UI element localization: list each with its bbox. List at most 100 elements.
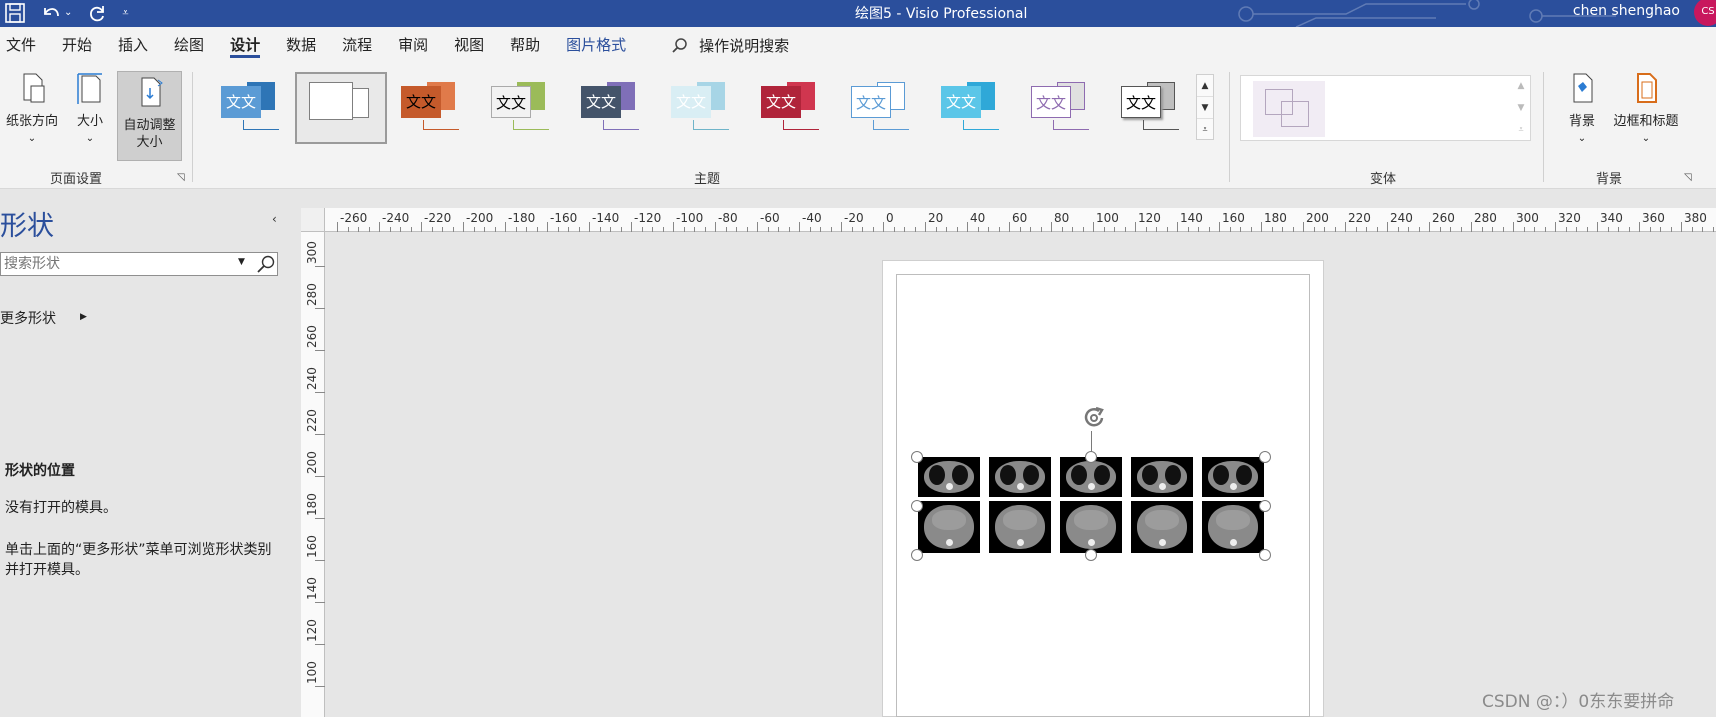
theme-item[interactable]: 文文 — [843, 76, 921, 138]
undo-dropdown-icon[interactable]: ⌄ — [64, 2, 72, 29]
ruler-label: 360 — [1642, 211, 1665, 225]
group-divider — [192, 72, 193, 182]
variants-scroll: ▲ ▼ ⩡ — [1512, 75, 1530, 141]
themes-gallery-scroll: ▲ ▼ ⩡ — [1196, 74, 1214, 140]
tab-process[interactable]: 流程 — [329, 27, 385, 64]
ruler-tick — [315, 392, 325, 393]
tab-review[interactable]: 审阅 — [385, 27, 441, 64]
tab-draw[interactable]: 绘图 — [161, 27, 217, 64]
size-button[interactable]: 大小 ⌄ — [70, 68, 110, 147]
theme-item[interactable]: 文文 — [213, 76, 291, 138]
ruler-label: 140 — [305, 577, 319, 600]
ct-lung-slice — [989, 457, 1051, 497]
scroll-up-icon: ▲ — [1517, 81, 1525, 91]
ruler-tick — [967, 222, 968, 232]
resize-handle[interactable] — [1259, 451, 1271, 463]
auto-size-label-line2: 大小 — [136, 135, 163, 150]
backgrounds-launcher-icon[interactable]: ◹ — [1684, 172, 1692, 183]
theme-item[interactable]: 文文 — [573, 76, 651, 138]
ruler-label: 220 — [305, 409, 319, 432]
ruler-label: 220 — [1348, 211, 1371, 225]
ruler-tick — [315, 308, 325, 309]
ruler-corner — [301, 208, 325, 232]
ct-lung-slice — [1202, 457, 1264, 497]
theme-item[interactable]: 文文 — [393, 76, 471, 138]
stencil-help-text: 单击上面的“更多形状”菜单可浏览形状类别并打开模具。 — [5, 542, 272, 578]
ruler-tick — [841, 222, 842, 232]
orientation-button[interactable]: 纸张方向 ⌄ — [0, 68, 64, 147]
background-button[interactable]: 背景 ⌄ — [1560, 68, 1604, 147]
ct-scan-picture[interactable] — [918, 457, 1266, 554]
user-avatar[interactable]: CS — [1694, 0, 1716, 26]
theme-item[interactable]: 文文 — [1023, 76, 1101, 138]
resize-handle[interactable] — [1259, 549, 1271, 561]
tab-file[interactable]: 文件 — [0, 27, 49, 64]
save-icon[interactable] — [4, 2, 26, 29]
theme-item[interactable]: 文文 — [1113, 76, 1191, 138]
redo-icon[interactable] — [86, 2, 108, 29]
ruler-label: 300 — [1516, 211, 1539, 225]
tab-view[interactable]: 视图 — [441, 27, 497, 64]
variant-item[interactable] — [1253, 81, 1325, 137]
ct-lung-slice — [1060, 457, 1122, 497]
size-label: 大小 — [76, 114, 103, 129]
auto-size-button[interactable]: 自动调整 大小 — [117, 71, 182, 161]
quick-access-toolbar: ⌄ ⩡ — [4, 2, 129, 29]
shape-search-input[interactable] — [4, 255, 234, 273]
ruler-tick — [925, 222, 926, 232]
user-name[interactable]: chen shenghao — [1573, 3, 1680, 19]
tell-me-label: 操作说明搜索 — [699, 37, 790, 55]
resize-handle[interactable] — [911, 549, 923, 561]
tell-me-search[interactable]: 操作说明搜索 — [671, 35, 789, 56]
ct-abdomen-slice — [1131, 501, 1193, 553]
search-icon[interactable] — [256, 254, 276, 274]
ruler-tick — [421, 222, 422, 232]
resize-handle[interactable] — [911, 500, 923, 512]
ruler-tick — [505, 222, 506, 232]
resize-handle[interactable] — [1085, 451, 1097, 463]
tab-design[interactable]: 设计 — [217, 27, 273, 64]
theme-item[interactable]: 文文 — [483, 76, 561, 138]
undo-icon[interactable] — [40, 2, 62, 29]
rotate-handle-icon[interactable] — [1079, 403, 1109, 433]
resize-handle[interactable] — [911, 451, 923, 463]
auto-size-icon — [141, 77, 163, 107]
tab-picture-format[interactable]: 图片格式 — [553, 27, 639, 64]
scroll-up-icon[interactable]: ▲ — [1197, 75, 1213, 97]
scroll-down-icon: ▼ — [1517, 103, 1525, 113]
borders-titles-button[interactable]: 边框和标题 ⌄ — [1606, 68, 1686, 147]
ruler-tick — [315, 644, 325, 645]
gallery-more-icon[interactable]: ⩡ — [1197, 119, 1213, 141]
more-shapes-menu[interactable]: 更多形状 ▶ — [0, 308, 87, 328]
customize-qat-icon[interactable]: ⩡ — [122, 2, 128, 29]
resize-handle[interactable] — [1259, 500, 1271, 512]
ruler-label: 280 — [1474, 211, 1497, 225]
ruler-label: -60 — [760, 211, 780, 225]
circuit-decoration — [1238, 0, 1616, 27]
theme-item[interactable] — [295, 72, 387, 144]
theme-item[interactable]: 文文 — [663, 76, 741, 138]
ruler-label: -180 — [508, 211, 536, 225]
resize-handle[interactable] — [1085, 549, 1097, 561]
tab-data[interactable]: 数据 — [273, 27, 329, 64]
collapse-pane-icon[interactable]: ‹ — [272, 212, 277, 226]
ruler-label: -80 — [718, 211, 738, 225]
scroll-down-icon[interactable]: ▼ — [1197, 97, 1213, 119]
search-dropdown-icon[interactable]: ▼ — [238, 257, 245, 267]
tab-home[interactable]: 开始 — [49, 27, 105, 64]
ruler-tick — [315, 266, 325, 267]
ruler-tick — [1261, 222, 1262, 232]
ruler-label: 200 — [305, 451, 319, 474]
ruler-tick — [1219, 222, 1220, 232]
ruler-label: -260 — [340, 211, 368, 225]
search-icon — [672, 37, 687, 53]
tab-insert[interactable]: 插入 — [105, 27, 161, 64]
tab-help[interactable]: 帮助 — [497, 27, 553, 64]
ribbon-tab-bar: 文件 开始 插入 绘图 设计 数据 流程 审阅 视图 帮助 图片格式 操作说明搜… — [0, 27, 1716, 64]
orientation-label: 纸张方向 — [5, 114, 58, 129]
ribbon-design: 纸张方向 ⌄ 大小 ⌄ 自动调整 大小 页面设置 ◹ 文文 文文 文文 文文 文… — [0, 64, 1716, 189]
page-setup-launcher-icon[interactable]: ◹ — [177, 172, 185, 183]
theme-item[interactable]: 文文 — [933, 76, 1011, 138]
theme-item[interactable]: 文文 — [753, 76, 831, 138]
chevron-down-icon: ⌄ — [85, 133, 95, 144]
